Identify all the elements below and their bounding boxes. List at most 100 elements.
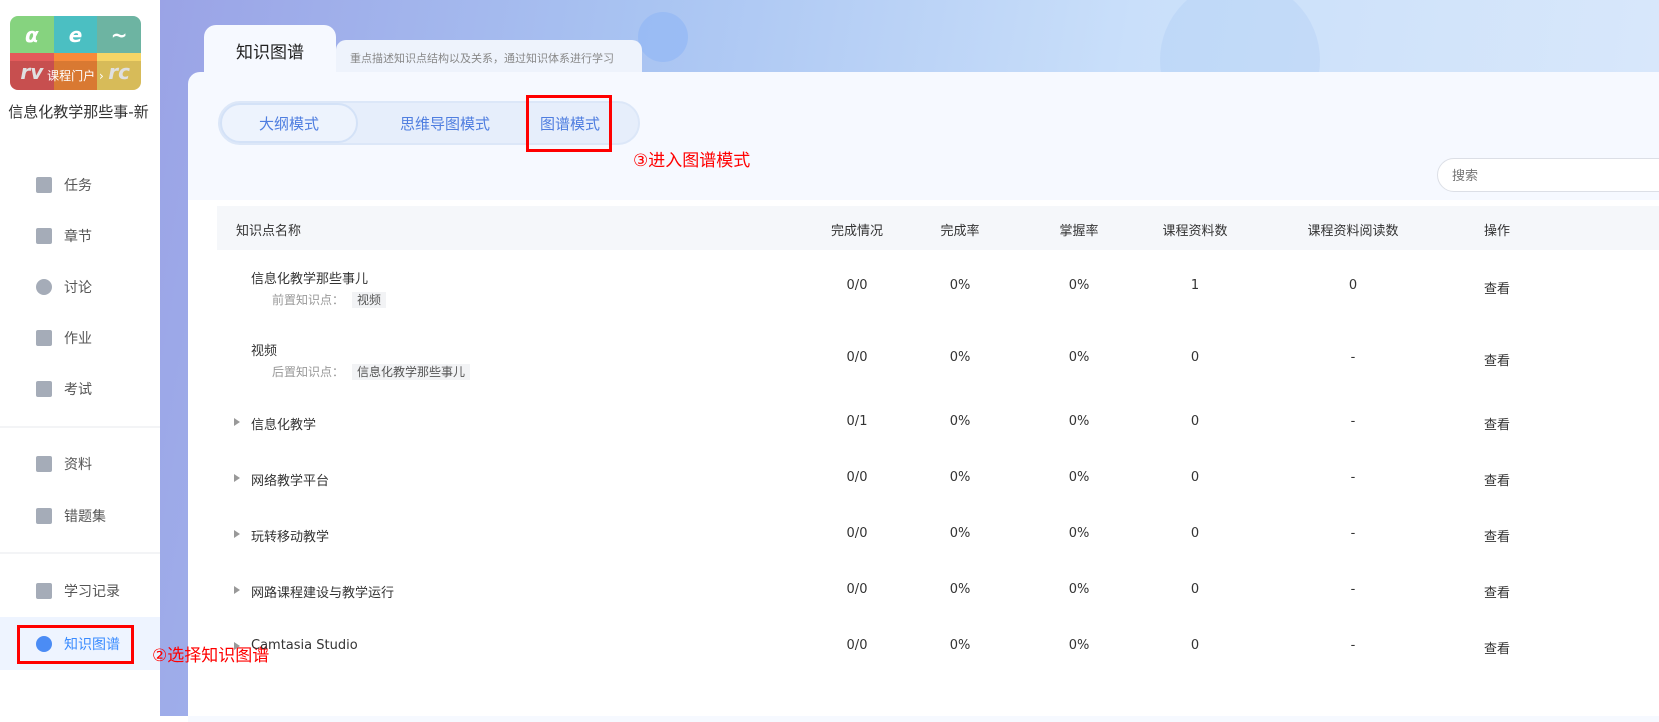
cell-rate: 0% (949, 638, 971, 653)
table-row: Camtasia Studio 0/0 0% 0% 0 - 查看 (217, 636, 1659, 696)
cell-mastery: 0% (1068, 414, 1090, 429)
cell-reads: - (1350, 526, 1356, 541)
sidebar-item-chapters[interactable]: 章节 (0, 211, 160, 261)
sidebar-item-tasks[interactable]: 任务 (0, 160, 160, 210)
search-input[interactable] (1437, 158, 1659, 192)
nav-label: 错题集 (64, 509, 106, 525)
annotation-step3: ③进入图谱模式 (633, 151, 751, 171)
expand-arrow-icon[interactable] (234, 418, 240, 426)
course-title: 信息化教学那些事-新 (8, 103, 149, 121)
nav-label: 章节 (64, 229, 92, 245)
table-row: 网络教学平台 0/0 0% 0% 0 - 查看 (217, 468, 1659, 528)
highlight-box (17, 625, 134, 664)
tab-knowledge-graph[interactable]: 知识图谱 (204, 25, 336, 75)
knowledge-point-name: 网络教学平台 (251, 474, 330, 489)
divider (0, 426, 160, 428)
table-row: 视频 后置知识点： 信息化教学那些事儿 0/0 0% 0% 0 - 查看 (217, 318, 1659, 380)
table-row: 玩转移动教学 0/0 0% 0% 0 - 查看 (217, 524, 1659, 584)
knowledge-point-name: 网路课程建设与教学运行 (251, 586, 395, 601)
cell-materials: 0 (1190, 638, 1200, 653)
nav-label: 考试 (64, 382, 92, 398)
relation: 前置知识点： 视频 (272, 291, 387, 308)
table-row: 信息化教学 0/1 0% 0% 0 - 查看 (217, 412, 1659, 472)
sidebar: α e ~ rv rc 课程门户 › 信息化教学那些事-新 任务 章节 讨论 作业 考… (0, 0, 160, 716)
table-row: 网路课程建设与教学运行 0/0 0% 0% 0 - 查看 (217, 580, 1659, 640)
view-button[interactable]: 查看 (1484, 414, 1510, 433)
cell-mastery: 0% (1068, 638, 1090, 653)
nav-label: 任务 (64, 178, 92, 194)
cell-materials: 0 (1190, 350, 1200, 365)
sidebar-item-discussion[interactable]: 讨论 (0, 262, 160, 312)
view-button[interactable]: 查看 (1484, 278, 1510, 297)
chat-icon (36, 279, 52, 295)
knowledge-point-name: 信息化教学 (251, 418, 317, 433)
cell-mastery: 0% (1068, 278, 1090, 293)
course-logo[interactable]: α e ~ rv rc 课程门户 › (10, 16, 141, 90)
cell-materials: 0 (1190, 470, 1200, 485)
cell-reads: - (1350, 638, 1356, 653)
nav-label: 作业 (64, 331, 92, 347)
view-button[interactable]: 查看 (1484, 526, 1510, 545)
relation-tag[interactable]: 视频 (352, 292, 387, 308)
expand-arrow-icon[interactable] (234, 474, 240, 482)
cell-rate: 0% (949, 350, 971, 365)
view-button[interactable]: 查看 (1484, 582, 1510, 601)
view-button[interactable]: 查看 (1484, 470, 1510, 489)
expand-arrow-icon[interactable] (234, 530, 240, 538)
view-button[interactable]: 查看 (1484, 638, 1510, 657)
cell-mastery: 0% (1068, 350, 1090, 365)
knowledge-point-name: 玩转移动教学 (251, 530, 330, 545)
sidebar-item-study-record[interactable]: 学习记录 (0, 566, 160, 616)
expand-arrow-icon[interactable] (234, 586, 240, 594)
sidebar-item-materials[interactable]: 资料 (0, 439, 160, 489)
sidebar-item-homework[interactable]: 作业 (0, 313, 160, 363)
cell-rate: 0% (949, 526, 971, 541)
knowledge-point-name: 信息化教学那些事儿 (251, 272, 369, 287)
relation: 后置知识点： 信息化教学那些事儿 (272, 363, 471, 380)
cell-materials: 1 (1190, 278, 1200, 293)
view-button[interactable]: 查看 (1484, 350, 1510, 369)
cell-reads: - (1350, 414, 1356, 429)
expand-arrow-icon[interactable] (234, 642, 240, 650)
cell-materials: 0 (1190, 526, 1200, 541)
sidebar-item-wrong-questions[interactable]: 错题集 (0, 491, 160, 541)
cell-done: 0/0 (846, 582, 868, 597)
sidebar-item-exam[interactable]: 考试 (0, 364, 160, 414)
col-reads: 课程资料阅读数 (1307, 224, 1399, 239)
cell-rate: 0% (949, 414, 971, 429)
wrong-icon (36, 508, 52, 524)
folder-icon (36, 456, 52, 472)
edit-icon (36, 330, 52, 346)
cell-rate: 0% (949, 470, 971, 485)
exam-icon (36, 381, 52, 397)
cell-reads: - (1350, 470, 1356, 485)
cell-done: 0/0 (846, 278, 868, 293)
divider (0, 552, 160, 554)
col-materials: 课程资料数 (1162, 224, 1228, 239)
col-mastery: 掌握率 (1059, 224, 1099, 239)
cell-rate: 0% (949, 582, 971, 597)
cell-done: 0/0 (846, 470, 868, 485)
knowledge-point-name: Camtasia Studio (251, 638, 358, 653)
cell-mastery: 0% (1068, 526, 1090, 541)
course-portal-link[interactable]: 课程门户 › (10, 61, 141, 90)
highlight-box (526, 95, 612, 152)
pencil-icon (36, 583, 52, 599)
relation-label: 后置知识点： (272, 365, 345, 379)
grid-icon (36, 177, 52, 193)
relation-tag[interactable]: 信息化教学那些事儿 (352, 364, 471, 380)
cell-mastery: 0% (1068, 470, 1090, 485)
cell-mastery: 0% (1068, 582, 1090, 597)
table-header: 知识点名称 完成情况 完成率 掌握率 课程资料数 课程资料阅读数 操作 (217, 206, 1659, 250)
cell-materials: 0 (1190, 414, 1200, 429)
cell-rate: 0% (949, 278, 971, 293)
col-done: 完成情况 (830, 224, 884, 239)
mode-mindmap-button[interactable]: 思维导图模式 (360, 103, 530, 143)
cell-done: 0/0 (846, 638, 868, 653)
tab-subtitle: 重点描述知识点结构以及关系，通过知识体系进行学习 (336, 40, 642, 75)
mode-outline-button[interactable]: 大纲模式 (220, 103, 358, 143)
cell-done: 0/0 (846, 526, 868, 541)
cell-done: 0/0 (846, 350, 868, 365)
cell-reads: - (1350, 350, 1356, 365)
cell-done: 0/1 (846, 414, 868, 429)
